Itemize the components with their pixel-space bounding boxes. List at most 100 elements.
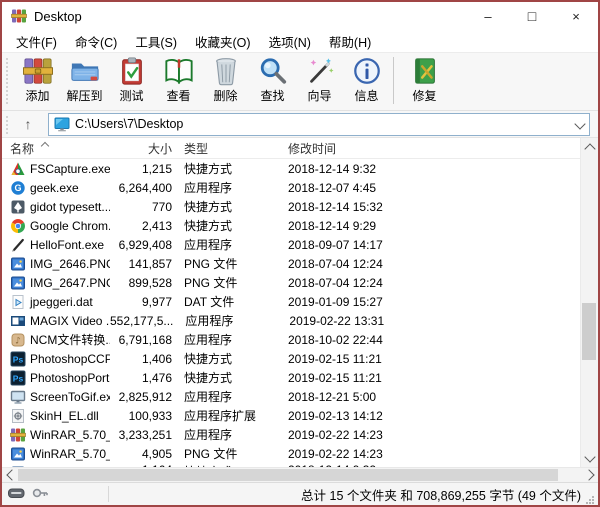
- close-button[interactable]: ×: [554, 2, 598, 30]
- file-row[interactable]: MAGIX Video ... 552,177,5... 应用程序 2019-02-2…: [2, 311, 598, 330]
- file-rows: FSCapture.exe.... 1,215 快捷方式 2018-12-14 9:3…: [2, 159, 598, 467]
- file-row[interactable]: SkinH_EL.dll 100,933 应用程序扩展 2019-02-13 14:1…: [2, 406, 598, 425]
- file-date: 2018-07-04 12:24: [288, 275, 383, 290]
- file-type: 应用程序: [184, 428, 233, 442]
- file-type: 应用程序: [184, 238, 233, 252]
- photoshop-file-icon: Ps: [10, 370, 26, 386]
- toolbar-extract-to-button[interactable]: 解压到: [61, 53, 108, 104]
- file-name: MAGIX Video ...: [30, 313, 110, 328]
- file-date: 2019-02-15 11:21: [288, 370, 382, 385]
- monitor-file-icon: [10, 389, 26, 405]
- file-row[interactable]: ♪ NCM文件转换.... 6,791,168 应用程序 2018-10-02 22:4…: [2, 330, 598, 349]
- file-name: NCM文件转换....: [30, 333, 110, 347]
- vertical-scrollbar-thumb[interactable]: [582, 303, 596, 360]
- address-dropdown-icon[interactable]: [574, 117, 586, 131]
- file-row[interactable]: IMG_2647.PNG 899,528 PNG 文件 2018-07-04 12:2…: [2, 273, 598, 292]
- find-icon: [258, 56, 288, 86]
- toolbar-view-button[interactable]: 查看: [155, 53, 202, 104]
- menu-item-file[interactable]: 文件(F): [7, 29, 66, 54]
- file-size: 1,215: [141, 161, 172, 176]
- file-name: IMG_2646.PNG: [30, 256, 110, 271]
- file-type: 快捷方式: [184, 162, 233, 176]
- horizontal-scrollbar[interactable]: [2, 467, 598, 482]
- toolbar-info-button[interactable]: 信息: [343, 53, 390, 104]
- file-row[interactable]: HelloFont.exe 6,929,408 应用程序 2018-09-07 14:…: [2, 235, 598, 254]
- file-row[interactable]: IMG_2646.PNG 141,857 PNG 文件 2018-07-04 12:2…: [2, 254, 598, 273]
- png-file-icon: [10, 275, 26, 291]
- file-row[interactable]: Ps PhotoshopCCP... 1,406 快捷方式 2019-02-15 11:…: [2, 349, 598, 368]
- photoshop-file-icon: Ps: [10, 351, 26, 367]
- column-header-date[interactable]: 修改时间: [288, 140, 581, 157]
- file-row[interactable]: Ps PhotoshopPort... 1,476 快捷方式 2019-02-15 11…: [2, 368, 598, 387]
- toolbar-test-button[interactable]: 测试: [108, 53, 155, 104]
- file-row[interactable]: jpeggeri.dat 9,977 DAT 文件 2019-01-09 15:27: [2, 292, 598, 311]
- file-row[interactable]: FSCapture.exe.... 1,215 快捷方式 2018-12-14 9:3…: [2, 159, 598, 178]
- horizontal-scrollbar-thumb[interactable]: [18, 469, 558, 481]
- resize-grip[interactable]: [585, 495, 595, 505]
- file-date: 2019-02-15 11:21: [288, 351, 382, 366]
- scroll-left-icon[interactable]: [2, 468, 18, 482]
- file-type: 应用程序: [185, 314, 234, 328]
- file-row[interactable]: gidot typesett... 770 快捷方式 2018-12-14 15:32: [2, 197, 598, 216]
- view-file-icon: [164, 56, 194, 86]
- addressbar-gripper: [6, 116, 12, 134]
- menu-item-help[interactable]: 帮助(H): [320, 29, 380, 54]
- menu-item-tools[interactable]: 工具(S): [126, 29, 186, 54]
- scroll-down-icon[interactable]: [581, 450, 598, 466]
- file-row[interactable]: ScreenToGif.exe 2,825,912 应用程序 2018-12-21 5…: [2, 387, 598, 406]
- extract-to-icon: [70, 56, 100, 86]
- pen-file-icon: [10, 237, 26, 253]
- file-row[interactable]: WinRAR_5.70_... 3,233,251 应用程序 2019-02-22 1…: [2, 425, 598, 444]
- file-type: 快捷方式: [184, 200, 233, 214]
- file-date: 2019-02-13 14:12: [288, 408, 383, 423]
- column-header-type[interactable]: 类型: [184, 140, 288, 157]
- drive-icon[interactable]: [8, 487, 25, 502]
- menu-item-options[interactable]: 选项(N): [260, 29, 320, 54]
- file-row[interactable]: Google Chrom... 2,413 快捷方式 2018-12-14 9:29: [2, 216, 598, 235]
- sort-ascending-icon: [40, 141, 50, 151]
- column-headers: 名称 大小 类型 修改时间: [2, 138, 598, 159]
- file-name: PhotoshopPort...: [30, 370, 110, 385]
- png-file-icon: [10, 446, 26, 462]
- scroll-up-icon[interactable]: [581, 139, 598, 155]
- statusbar-summary: 总计 15 个文件夹 和 708,869,255 字节 (49 个文件): [301, 488, 581, 503]
- key-icon[interactable]: [32, 486, 49, 503]
- file-size: 1,406: [141, 351, 172, 366]
- menu-item-commands[interactable]: 命令(C): [66, 29, 126, 54]
- gidot-file-icon: [10, 199, 26, 215]
- file-size: 100,933: [128, 408, 172, 423]
- file-row[interactable]: Ggeek.exe 6,264,400 应用程序 2018-12-07 4:45: [2, 178, 598, 197]
- toolbar-add-button[interactable]: 添加: [14, 53, 61, 104]
- toolbar-delete-button[interactable]: 删除: [202, 53, 249, 104]
- file-date: 2018-12-14 15:32: [288, 199, 383, 214]
- maximize-button[interactable]: □: [510, 2, 554, 30]
- scroll-right-icon[interactable]: [582, 468, 598, 482]
- toolbar-repair-button[interactable]: 修复: [401, 53, 448, 104]
- file-size: 141,857: [128, 256, 172, 271]
- minimize-button[interactable]: –: [466, 2, 510, 30]
- vertical-scrollbar[interactable]: [580, 138, 598, 467]
- toolbar-divider: [393, 57, 394, 104]
- toolbar-wizard-button[interactable]: 向导: [296, 53, 343, 104]
- statusbar: 总计 15 个文件夹 和 708,869,255 字节 (49 个文件): [2, 482, 598, 505]
- column-header-name[interactable]: 名称: [10, 140, 110, 157]
- file-name: ScreenToGif.exe: [30, 389, 110, 404]
- address-combobox[interactable]: C:\Users\7\Desktop: [48, 112, 590, 136]
- file-name: WinRAR_5.70_...: [30, 427, 110, 442]
- file-date: 2019-02-22 13:31: [289, 313, 385, 328]
- column-header-size[interactable]: 大小: [110, 140, 172, 157]
- file-row[interactable]: WinRAR_5.70_... 4,905 PNG 文件 2019-02-22 14:…: [2, 444, 598, 463]
- addressbar: ↑ C:\Users\7\Desktop: [2, 111, 598, 138]
- file-date: 2018-12-14 9:32: [288, 161, 377, 176]
- statusbar-divider: [108, 486, 109, 502]
- menu-item-favorites[interactable]: 收藏夹(O): [186, 29, 260, 54]
- file-size: 899,528: [128, 275, 172, 290]
- delete-icon: [211, 56, 241, 86]
- file-type: 快捷方式: [184, 219, 233, 233]
- svg-text:G: G: [14, 183, 21, 193]
- up-one-level-button[interactable]: ↑: [14, 113, 42, 135]
- winrar-file-icon: [10, 427, 26, 443]
- file-type: 快捷方式: [184, 352, 233, 366]
- titlebar: Desktop – □ ×: [2, 2, 598, 30]
- toolbar-find-button[interactable]: 查找: [249, 53, 296, 104]
